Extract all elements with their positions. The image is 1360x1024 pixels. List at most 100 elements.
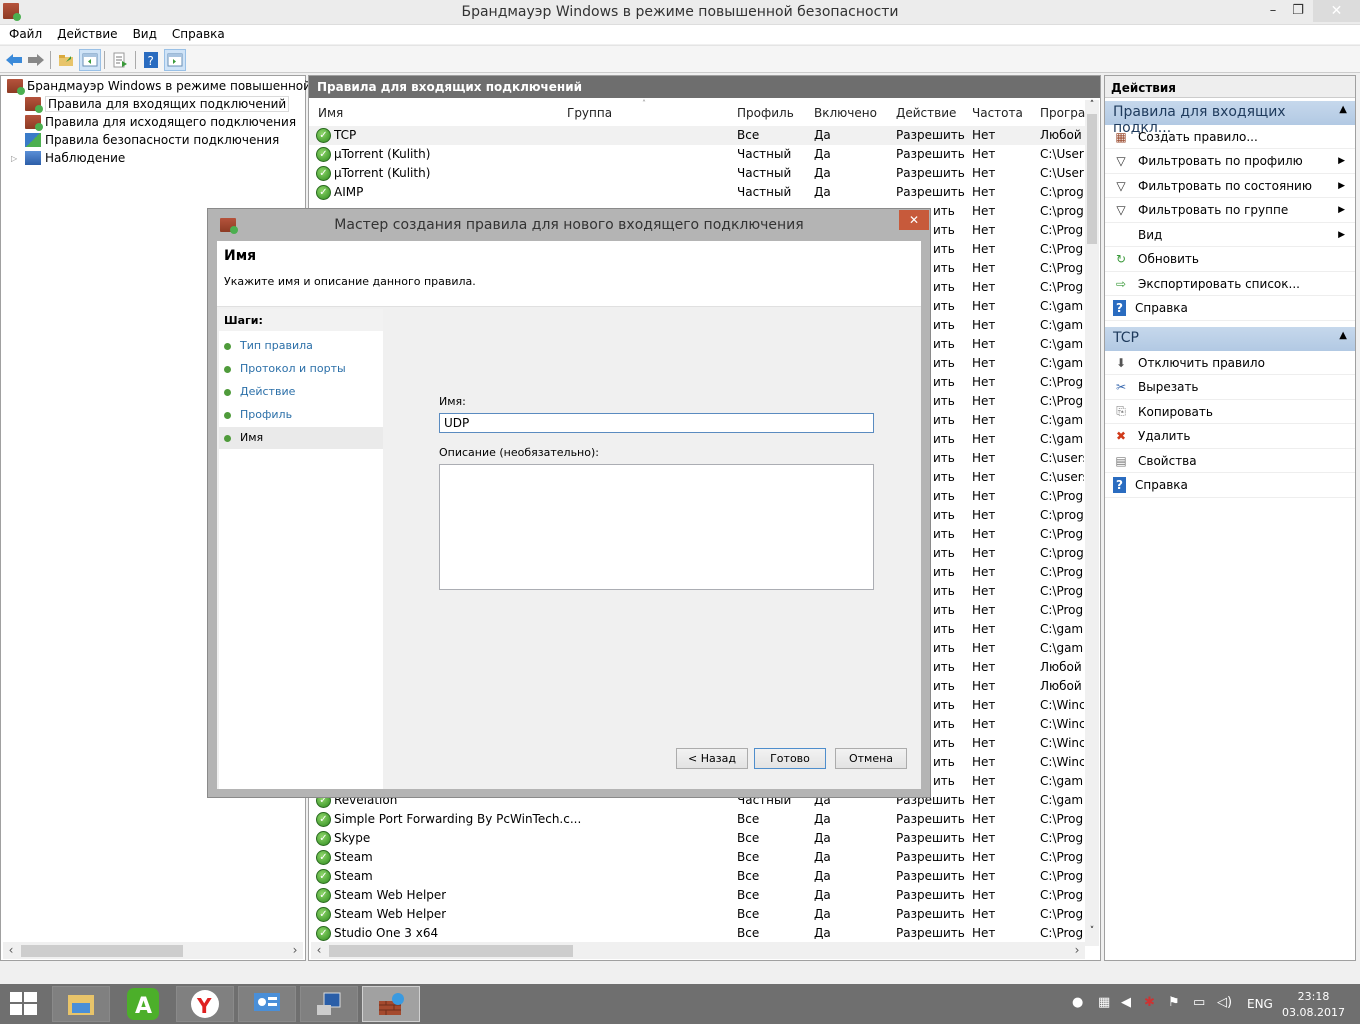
actions-section-inbound[interactable]: Правила для входящих подкл... ▲ [1105,101,1355,136]
table-row[interactable]: ✓ Steam Все Да Разрешить Нет C:\Prog [309,867,1085,886]
rule-override: Нет [972,698,996,712]
show-hide-action-pane-icon[interactable] [164,49,186,71]
menu-help[interactable]: Справка [163,25,233,41]
table-row[interactable]: ✓ Studio One 3 x64 Все Да Разрешить Нет C:\Pro… [309,924,1085,943]
action-item[interactable]: ▽ Фильтровать по состоянию ▶ [1105,174,1355,198]
column-name[interactable]: Имя [318,106,343,120]
menu-action[interactable]: Действие [48,25,125,41]
table-row[interactable]: ✓ AIMP Частный Да Разрешить Нет C:\prog [309,183,1085,202]
scrollbar-thumb[interactable] [21,945,183,957]
wizard-step[interactable]: Профиль [219,404,383,426]
description-textarea[interactable] [439,464,874,590]
export-list-icon[interactable] [109,49,131,71]
tree-horizontal-scrollbar[interactable]: ‹ › [3,942,303,959]
table-row[interactable]: ✓ Steam Web Helper Все Да Разрешить Нет C:\Pro… [309,905,1085,924]
volume-tray-icon[interactable]: ◁) [1217,995,1232,1010]
actions-section-selected-rule[interactable]: TCP ▲ [1105,327,1355,351]
green-app-button[interactable]: A [114,986,172,1022]
scroll-down-icon[interactable]: ˅ [1085,926,1099,936]
table-row[interactable]: ✓ Steam Web Helper Все Да Разрешить Нет C:\Pro… [309,886,1085,905]
scroll-left-icon[interactable]: ‹ [311,942,327,959]
wizard-step[interactable]: Действие [219,381,383,403]
column-enabled[interactable]: Включено [814,106,877,120]
show-hide-tree-icon[interactable] [79,49,101,71]
actions-header: Действия [1105,76,1355,98]
action-item[interactable]: Вид ▶ [1105,223,1355,247]
utorrent-tray-icon[interactable]: ● [1072,995,1083,1010]
speaker-tray-icon[interactable]: ◀ [1121,995,1131,1010]
table-row[interactable]: ✓ TCP Все Да Разрешить Нет Любой [309,126,1085,145]
up-folder-icon[interactable] [55,49,77,71]
wizard-step[interactable]: Имя [219,427,383,449]
tree-item-inbound-rules[interactable]: Правила для входящих подключений [25,95,290,113]
collapse-icon[interactable]: ▲ [1339,104,1347,115]
action-item[interactable]: ? Справка [1105,474,1355,498]
maximize-button[interactable]: ❐ [1282,0,1314,22]
action-item[interactable]: ▽ Фильтровать по профилю ▶ [1105,150,1355,174]
action-item[interactable]: ▤ Свойства [1105,449,1355,473]
table-row[interactable]: ✓ µTorrent (Kulith) Частный Да Разрешить Нет C… [309,145,1085,164]
action-item[interactable]: ✖ Удалить [1105,425,1355,449]
action-item[interactable]: ↻ Обновить [1105,248,1355,272]
wizard-step[interactable]: Протокол и порты [219,358,383,380]
close-button[interactable]: ✕ [1313,0,1360,22]
forward-icon[interactable] [25,49,47,71]
list-vertical-scrollbar[interactable]: ˄ ˅ [1085,100,1099,946]
network-app-button[interactable] [300,986,358,1022]
network-tray-icon[interactable]: ▭ [1193,995,1205,1010]
action-item[interactable]: ? Справка [1105,297,1355,321]
rule-program: C:\Prog [1040,527,1084,541]
column-override[interactable]: Частота [972,106,1023,120]
tree-item-monitoring[interactable]: ▷ Наблюдение [11,149,125,167]
scroll-right-icon[interactable]: › [1069,942,1085,959]
table-row[interactable]: ✓ Simple Port Forwarding By PcWinTech.c..… [309,810,1085,829]
column-program[interactable]: Програ [1040,106,1085,120]
action-item[interactable]: ⇨ Экспортировать список... [1105,272,1355,296]
action-center-flag-icon[interactable]: ⚑ [1168,995,1180,1010]
column-profile[interactable]: Профиль [737,106,794,120]
list-horizontal-scrollbar[interactable]: ‹ › [311,942,1085,959]
network-error-tray-icon[interactable]: ▦ [1098,995,1110,1010]
column-action[interactable]: Действие [896,106,956,120]
action-item[interactable]: ▦ Создать правило... [1105,125,1355,149]
scroll-left-icon[interactable]: ‹ [3,942,19,959]
name-input[interactable]: UDP [439,413,874,433]
menu-file[interactable]: Файл [0,25,50,41]
action-label: Справка [1135,478,1188,492]
back-button[interactable]: < Назад [676,748,748,769]
clock[interactable]: 23:18 03.08.2017 [1282,989,1345,1021]
finish-button[interactable]: Готово [754,748,826,769]
step-label: Тип правила [240,339,313,352]
scrollbar-thumb[interactable] [329,945,573,957]
cancel-button[interactable]: Отмена [835,748,907,769]
action-item[interactable]: ✂ Вырезать [1105,376,1355,400]
rule-action: ить [933,679,955,693]
expand-arrow-icon[interactable]: ▷ [11,154,25,163]
table-row[interactable]: ✓ Steam Все Да Разрешить Нет C:\Prog [309,848,1085,867]
table-row[interactable]: ✓ Skype Все Да Разрешить Нет C:\Prog [309,829,1085,848]
start-button[interactable] [10,992,38,1016]
action-label: Копировать [1138,404,1213,419]
red-tray-icon[interactable]: ✱ [1144,995,1155,1010]
menu-view[interactable]: Вид [124,25,165,41]
help-icon[interactable]: ? [140,49,162,71]
scrollbar-thumb[interactable] [1087,114,1097,244]
control-panel-button[interactable] [238,986,296,1022]
file-explorer-button[interactable] [52,986,110,1022]
wizard-step[interactable]: Тип правила [219,335,383,357]
tree-item-outbound-rules[interactable]: Правила для исходящего подключения [25,113,296,131]
action-item[interactable]: ▽ Фильтровать по группе ▶ [1105,199,1355,223]
scroll-right-icon[interactable]: › [287,942,303,959]
firewall-app-button[interactable] [362,986,420,1022]
collapse-icon[interactable]: ▲ [1339,330,1347,341]
column-group[interactable]: Группа [567,106,612,120]
dialog-close-button[interactable]: ✕ [899,210,929,230]
table-row[interactable]: ✓ µTorrent (Kulith) Частный Да Разрешить Нет C… [309,164,1085,183]
tree-item-connection-security[interactable]: Правила безопасности подключения [25,131,279,149]
yandex-browser-button[interactable]: Y [176,986,234,1022]
back-icon[interactable] [3,49,25,71]
scroll-up-icon[interactable]: ˄ [1085,100,1099,110]
language-indicator[interactable]: ENG [1247,997,1273,1011]
action-item[interactable]: ⬇ Отключить правило [1105,351,1355,375]
action-item[interactable]: ⎘ Копировать [1105,400,1355,424]
